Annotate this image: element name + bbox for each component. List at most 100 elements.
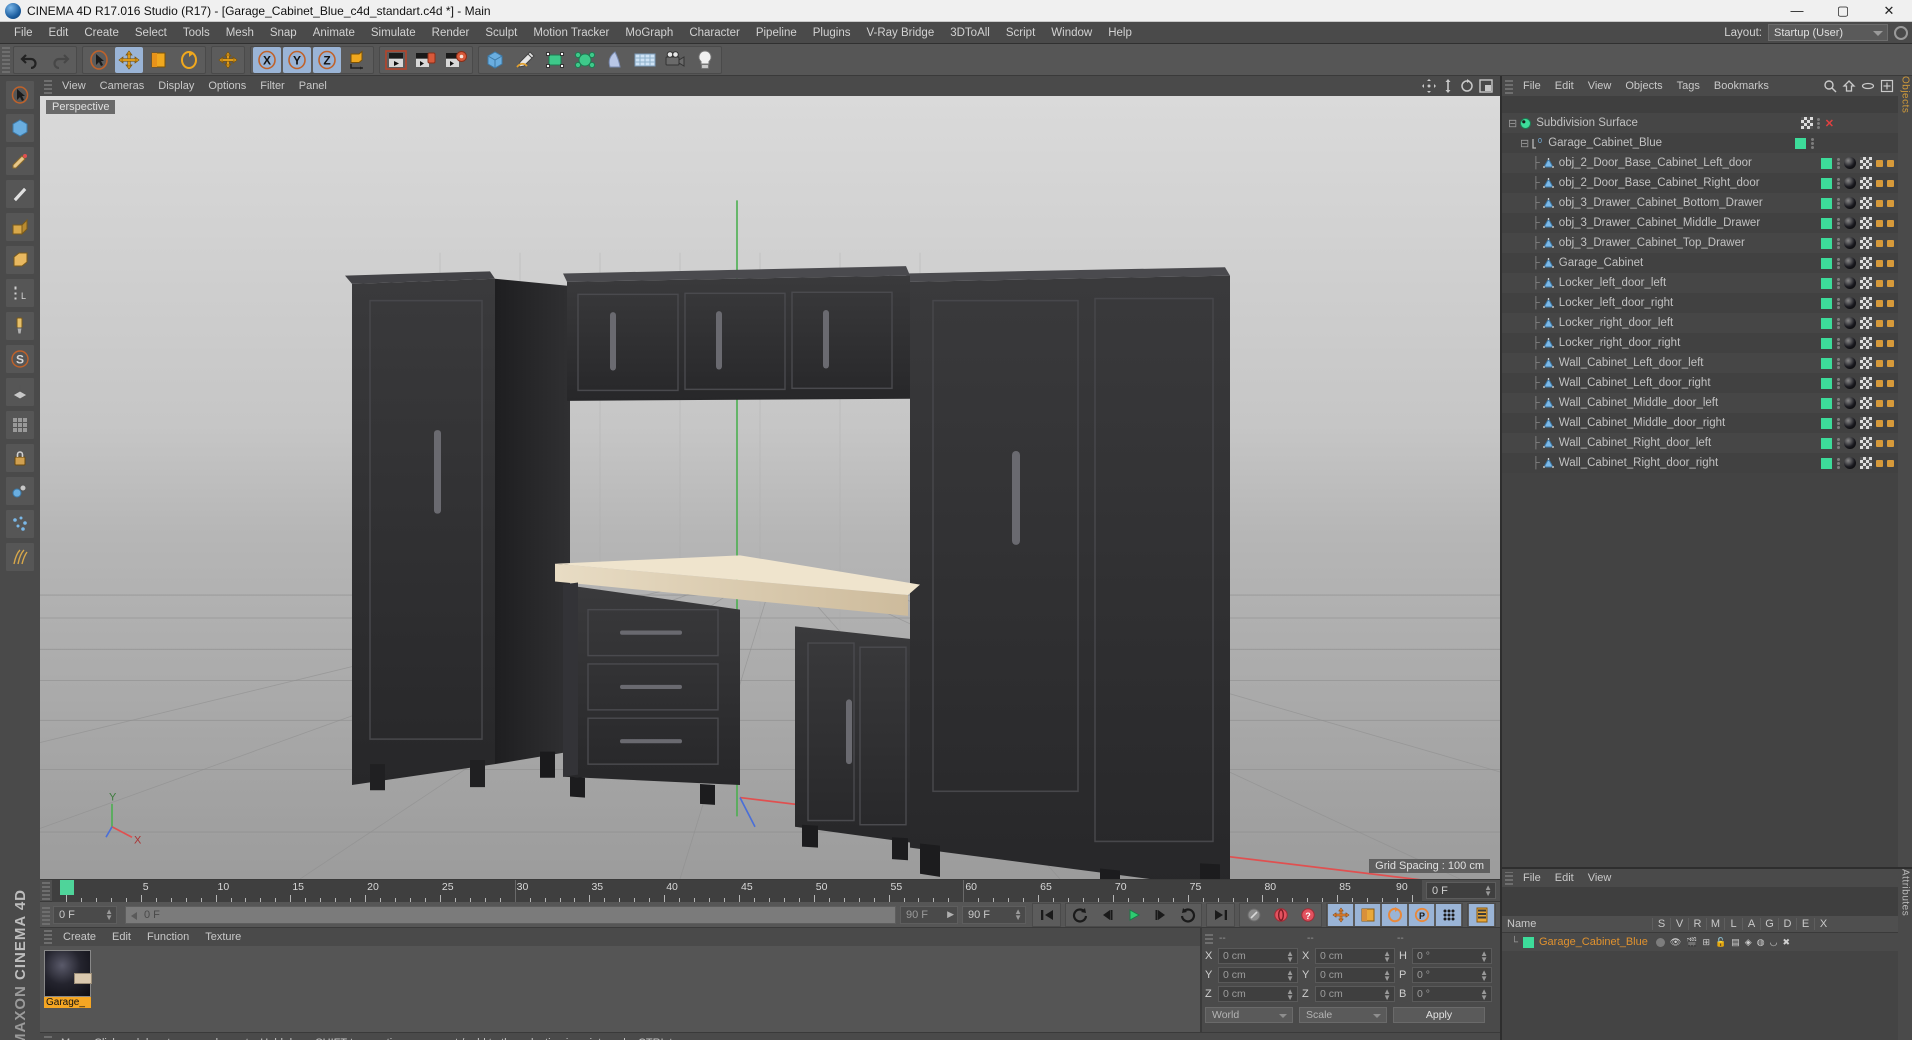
spinner-icon[interactable]: ▲ ▼: [1480, 969, 1488, 983]
selection-tag-icon[interactable]: [1887, 219, 1894, 227]
home-icon[interactable]: [1842, 79, 1856, 93]
y-axis-toggle[interactable]: Y: [283, 46, 311, 73]
go-to-previous-key-button[interactable]: [1067, 904, 1092, 926]
visibility-tag-icon[interactable]: [1821, 317, 1832, 329]
minimize-button[interactable]: —: [1774, 0, 1820, 21]
selection-tag-icon[interactable]: [1887, 279, 1894, 287]
lock-icon[interactable]: 🔓: [1715, 937, 1726, 948]
coordinate-mode-dropdown[interactable]: Scale: [1299, 1007, 1387, 1023]
material-tag-icon[interactable]: [1844, 237, 1856, 250]
material-tag-icon[interactable]: [1844, 157, 1856, 170]
object-row[interactable]: ├ Garage_Cabinet: [1502, 253, 1898, 274]
material-tag-icon[interactable]: [1844, 337, 1856, 350]
menu-pipeline[interactable]: Pipeline: [748, 22, 805, 44]
delete-tag-icon[interactable]: ✕: [1825, 117, 1834, 130]
visibility-tag-icon[interactable]: [1821, 257, 1832, 269]
material-grip[interactable]: [44, 930, 52, 944]
zoom-view-icon[interactable]: [1440, 78, 1456, 94]
timeline-button[interactable]: [1469, 903, 1494, 926]
object-row[interactable]: ├ Locker_right_door_right: [1502, 333, 1898, 354]
spinner-icon[interactable]: ▲ ▼: [1383, 950, 1391, 964]
texture-tag-icon[interactable]: [1860, 457, 1872, 470]
uvw-tag-icon[interactable]: [1876, 179, 1883, 187]
menu-select[interactable]: Select: [127, 22, 175, 44]
texture-tag-icon[interactable]: [1800, 117, 1813, 130]
menu-3dtoall[interactable]: 3DToAll: [942, 22, 998, 44]
texture-tag-icon[interactable]: [1860, 197, 1872, 210]
selection-tag-icon[interactable]: [1887, 379, 1894, 387]
material-tag-icon[interactable]: [1844, 417, 1856, 430]
spinner-icon[interactable]: ▲ ▼: [1484, 884, 1492, 898]
gear-icon[interactable]: [1894, 25, 1908, 40]
selection-tag-icon[interactable]: [1887, 439, 1894, 447]
visibility-tag-icon[interactable]: [1795, 137, 1806, 149]
go-to-start-button[interactable]: [1034, 904, 1059, 926]
menu-create[interactable]: Create: [76, 22, 127, 44]
uvw-tag-icon[interactable]: [1876, 299, 1883, 307]
spinner-icon[interactable]: ▲ ▼: [1480, 988, 1488, 1002]
material-menu-texture[interactable]: Texture: [197, 931, 249, 943]
object-menu-file[interactable]: File: [1516, 80, 1548, 92]
uvw-tag-icon[interactable]: [1876, 439, 1883, 447]
visibility-tag-icon[interactable]: [1821, 377, 1832, 389]
texture-tag-icon[interactable]: [1860, 237, 1872, 250]
timeline-frame-field[interactable]: 0 F ▲ ▼: [1426, 882, 1496, 899]
object-tree[interactable]: ⊟ Subdivision Surface ✕ ⊟ 0 Garage_Cabinet_Bl…: [1502, 113, 1898, 867]
solo-icon[interactable]: [1655, 937, 1665, 947]
menu-sculpt[interactable]: Sculpt: [477, 22, 525, 44]
status-grip[interactable]: [44, 1035, 52, 1040]
material-column-d[interactable]: D: [1778, 918, 1796, 931]
scene-floor-button[interactable]: [631, 47, 659, 73]
visibility-tag-icon[interactable]: [1821, 217, 1832, 229]
measure-tool[interactable]: L: [5, 278, 35, 308]
visibility-tag-icon[interactable]: [1821, 157, 1832, 169]
object-menu-bookmarks[interactable]: Bookmarks: [1707, 80, 1776, 92]
menu-v-ray-bridge[interactable]: V-Ray Bridge: [858, 22, 942, 44]
object-row[interactable]: ├ Wall_Cabinet_Middle_door_right: [1502, 413, 1898, 434]
deformer-button[interactable]: [571, 47, 599, 73]
uvw-tag-icon[interactable]: [1876, 319, 1883, 327]
visibility-tag-icon[interactable]: [1821, 417, 1832, 429]
record-active-objects-button[interactable]: [1241, 904, 1266, 926]
autokeying-button[interactable]: [1268, 904, 1293, 926]
viewport-3d[interactable]: Perspective Grid Spacing : 100 cm Y X: [40, 96, 1500, 879]
texture-tag-icon[interactable]: [1860, 317, 1872, 330]
material-tag-icon[interactable]: [1844, 257, 1856, 270]
live-selection-tool[interactable]: [5, 80, 35, 110]
menu-motion-tracker[interactable]: Motion Tracker: [525, 22, 617, 44]
scale-key-button[interactable]: [1355, 903, 1380, 926]
scene-object-button[interactable]: [601, 47, 629, 73]
point-level-animation-button[interactable]: [1436, 903, 1461, 926]
selection-tag-icon[interactable]: [1887, 419, 1894, 427]
dots-icon[interactable]: [1836, 177, 1840, 189]
texture-tag-icon[interactable]: [1860, 277, 1872, 290]
material-menu-function[interactable]: Function: [139, 931, 197, 943]
material-column-a[interactable]: A: [1742, 918, 1760, 931]
dots-icon[interactable]: [1836, 457, 1840, 469]
close-button[interactable]: ✕: [1866, 0, 1912, 21]
knife-tool[interactable]: [5, 179, 35, 209]
dots-icon[interactable]: [1836, 217, 1840, 229]
viewport-menu-cameras[interactable]: Cameras: [93, 80, 152, 92]
transport-grip[interactable]: [42, 904, 50, 925]
extrude-tool[interactable]: [5, 212, 35, 242]
material-tag-icon[interactable]: [1844, 377, 1856, 390]
uvw-tag-icon[interactable]: [1876, 219, 1883, 227]
texture-tag-icon[interactable]: [1860, 397, 1872, 410]
material-swatch[interactable]: Garage_: [44, 950, 92, 1008]
timeline-ruler[interactable]: 051015202530354045505560657075808590: [52, 879, 1422, 902]
fullscreen-icon[interactable]: [1880, 79, 1894, 93]
menu-animate[interactable]: Animate: [305, 22, 363, 44]
viewport-grip[interactable]: [44, 78, 52, 94]
light-button[interactable]: [691, 47, 719, 73]
visibility-tag-icon[interactable]: [1821, 237, 1832, 249]
texture-tag-icon[interactable]: [1860, 337, 1872, 350]
material-menu-create[interactable]: Create: [55, 931, 104, 943]
uvw-tag-icon[interactable]: [1876, 339, 1883, 347]
dots-icon[interactable]: [1836, 437, 1840, 449]
generator-icon[interactable]: ◈: [1745, 937, 1752, 948]
visibility-tag-icon[interactable]: [1821, 337, 1832, 349]
world-axis-tool[interactable]: [214, 47, 242, 73]
menu-character[interactable]: Character: [681, 22, 748, 44]
step-back-button[interactable]: [1094, 904, 1119, 926]
